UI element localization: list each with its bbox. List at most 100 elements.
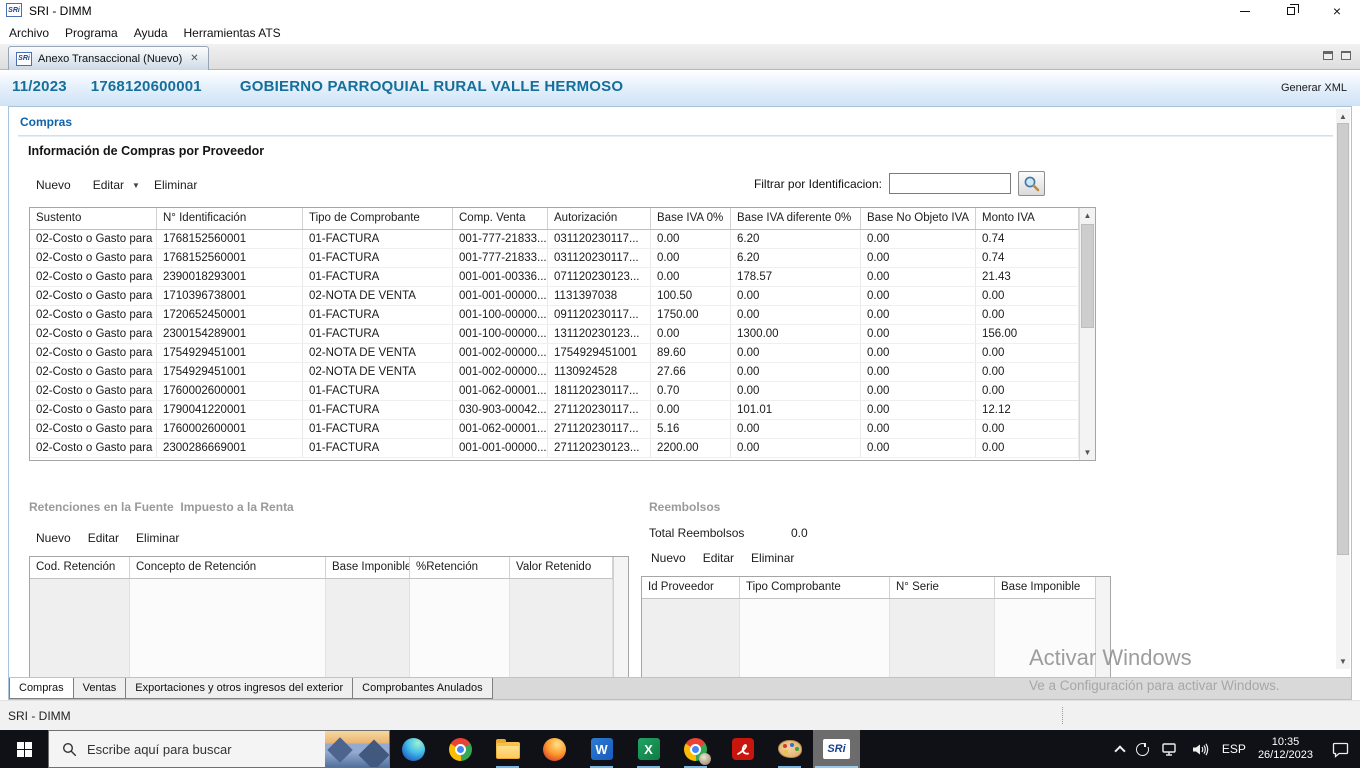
panel-scroll-thumb[interactable] — [1337, 123, 1349, 555]
table-row[interactable]: 02-Costo o Gasto para d...17549294510010… — [30, 363, 1095, 382]
screen: SRi SRI - DIMM × Archivo Programa Ayuda … — [0, 0, 1360, 768]
reem-nuevo-button[interactable]: Nuevo — [651, 551, 686, 565]
network-icon[interactable] — [1161, 742, 1179, 757]
col-id-proveedor[interactable]: Id Proveedor — [642, 577, 740, 598]
col-autorizacion[interactable]: Autorización — [548, 208, 651, 229]
table-row[interactable]: 02-Costo o Gasto para d...17681525600010… — [30, 249, 1095, 268]
reem-eliminar-button[interactable]: Eliminar — [751, 551, 794, 565]
tab-comprobantes-anulados[interactable]: Comprobantes Anulados — [352, 678, 493, 699]
taskbar-paint[interactable] — [766, 730, 813, 768]
col-tipo-comprobante[interactable]: Tipo de Comprobante — [303, 208, 453, 229]
action-center-icon[interactable] — [1331, 741, 1350, 758]
minimize-button[interactable] — [1222, 0, 1268, 22]
sync-icon[interactable] — [1135, 742, 1150, 756]
ret-editar-button[interactable]: Editar — [88, 531, 119, 545]
start-button[interactable] — [0, 730, 48, 768]
table-cell: 01-FACTURA — [303, 230, 453, 248]
panel-scroll-up-icon[interactable]: ▲ — [1336, 109, 1350, 124]
panel-scroll-down-icon[interactable]: ▼ — [1336, 654, 1350, 669]
table-cell: 1790041220001 — [157, 401, 303, 419]
col-base-iva-diferente[interactable]: Base IVA diferente 0% — [731, 208, 861, 229]
taskbar-clock[interactable]: 10:35 26/12/2023 — [1258, 736, 1313, 762]
nuevo-button[interactable]: Nuevo — [36, 178, 71, 192]
filter-input[interactable] — [889, 173, 1011, 194]
col-pct-retencion[interactable]: %Retención — [410, 557, 510, 578]
table-row[interactable]: 02-Costo o Gasto para d...17206524500010… — [30, 306, 1095, 325]
table-row[interactable]: 02-Costo o Gasto para d...17103967380010… — [30, 287, 1095, 306]
eliminar-button[interactable]: Eliminar — [154, 178, 197, 192]
table-cell: 271120230117... — [548, 401, 651, 419]
volume-icon[interactable] — [1191, 742, 1210, 757]
language-indicator[interactable]: ESP — [1222, 742, 1246, 756]
table-cell: 2200.00 — [651, 439, 731, 457]
filter-search-button[interactable] — [1018, 171, 1045, 196]
compras-toolbar: Nuevo Editar ▼ Eliminar — [36, 178, 219, 192]
col-valor-retenido[interactable]: Valor Retenido — [510, 557, 613, 578]
table-cell: 1768152560001 — [157, 249, 303, 267]
tab-ventas[interactable]: Ventas — [72, 678, 127, 699]
col-n-serie[interactable]: N° Serie — [890, 577, 995, 598]
table-row[interactable]: 02-Costo o Gasto para d...23002866690010… — [30, 439, 1095, 458]
col-base-iva-0[interactable]: Base IVA 0% — [651, 208, 731, 229]
mdi-minimize-icon[interactable] — [1323, 51, 1333, 60]
tab-compras[interactable]: Compras — [9, 678, 74, 699]
col-cod-retencion[interactable]: Cod. Retención — [30, 557, 130, 578]
news-weather-image[interactable] — [325, 731, 389, 767]
taskbar-edge[interactable] — [390, 730, 437, 768]
table-cell: 001-062-00001... — [453, 382, 548, 400]
col-base-no-objeto[interactable]: Base No Objeto IVA — [861, 208, 976, 229]
col-monto-iva[interactable]: Monto IVA — [976, 208, 1079, 229]
scroll-thumb[interactable] — [1081, 224, 1094, 328]
col-tipo-comprobante-reem[interactable]: Tipo Comprobante — [740, 577, 890, 598]
taskbar-acrobat[interactable] — [719, 730, 766, 768]
mdi-maximize-icon[interactable] — [1341, 51, 1351, 60]
taskbar-excel[interactable]: X — [625, 730, 672, 768]
taskbar-firefox[interactable] — [531, 730, 578, 768]
menu-programa[interactable]: Programa — [65, 26, 118, 40]
taskbar-file-explorer[interactable] — [484, 730, 531, 768]
table-row[interactable]: 02-Costo o Gasto para d...17549294510010… — [30, 344, 1095, 363]
scroll-down-icon[interactable]: ▼ — [1080, 445, 1095, 460]
menu-herramientas-ats[interactable]: Herramientas ATS — [184, 26, 281, 40]
reembolsos-empty-body — [642, 599, 1099, 680]
generar-xml-button[interactable]: Generar XML — [1281, 82, 1347, 94]
reem-editar-button[interactable]: Editar — [703, 551, 734, 565]
table-row[interactable]: 02-Costo o Gasto para d...17900412200010… — [30, 401, 1095, 420]
menu-ayuda[interactable]: Ayuda — [134, 26, 168, 40]
table-row[interactable]: 02-Costo o Gasto para d...23001542890010… — [30, 325, 1095, 344]
taskbar-chrome-profile[interactable] — [672, 730, 719, 768]
col-base-imponible[interactable]: Base Imponible — [326, 557, 410, 578]
col-concepto[interactable]: Concepto de Retención — [130, 557, 326, 578]
taskbar-word[interactable]: W — [578, 730, 625, 768]
hidden-icons-chevron-icon[interactable] — [1114, 745, 1126, 757]
table-row[interactable]: 02-Costo o Gasto para d...17600026000010… — [30, 420, 1095, 439]
restore-button[interactable] — [1268, 0, 1314, 22]
table-row[interactable]: 02-Costo o Gasto para d...17600026000010… — [30, 382, 1095, 401]
compras-table: Sustento N° Identificación Tipo de Compr… — [29, 207, 1096, 461]
taskbar-search-box[interactable]: Escribe aquí para buscar — [48, 730, 390, 768]
table-row[interactable]: 02-Costo o Gasto para d...23900182930010… — [30, 268, 1095, 287]
col-comp-venta[interactable]: Comp. Venta — [453, 208, 548, 229]
col-base-imponible-reem[interactable]: Base Imponible — [995, 577, 1099, 598]
taskbar-chrome[interactable] — [437, 730, 484, 768]
tab-exportaciones[interactable]: Exportaciones y otros ingresos del exter… — [125, 678, 354, 699]
table-cell: 271120230123... — [548, 439, 651, 457]
editar-button[interactable]: Editar — [93, 178, 124, 192]
taskbar-sri-dimm[interactable]: SRi — [813, 730, 860, 768]
menu-archivo[interactable]: Archivo — [9, 26, 49, 40]
tab-close-icon[interactable]: ✕ — [188, 53, 200, 64]
panel-scrollbar[interactable]: ▲ ▼ — [1336, 109, 1350, 669]
ret-nuevo-button[interactable]: Nuevo — [36, 531, 71, 545]
table-cell: 1768152560001 — [157, 230, 303, 248]
ret-eliminar-button[interactable]: Eliminar — [136, 531, 179, 545]
close-button[interactable]: × — [1314, 0, 1360, 22]
col-sustento[interactable]: Sustento — [30, 208, 157, 229]
compras-table-scrollbar[interactable]: ▲ ▼ — [1079, 208, 1095, 460]
window-title: SRI - DIMM — [29, 4, 92, 18]
table-row[interactable]: 02-Costo o Gasto para d...17681525600010… — [30, 230, 1095, 249]
tab-anexo-transaccional[interactable]: SRi Anexo Transaccional (Nuevo) ✕ — [8, 46, 209, 70]
col-identificacion[interactable]: N° Identificación — [157, 208, 303, 229]
table-cell: 1300.00 — [731, 325, 861, 343]
scroll-up-icon[interactable]: ▲ — [1080, 208, 1095, 223]
editar-dropdown-icon[interactable]: ▼ — [132, 181, 140, 190]
